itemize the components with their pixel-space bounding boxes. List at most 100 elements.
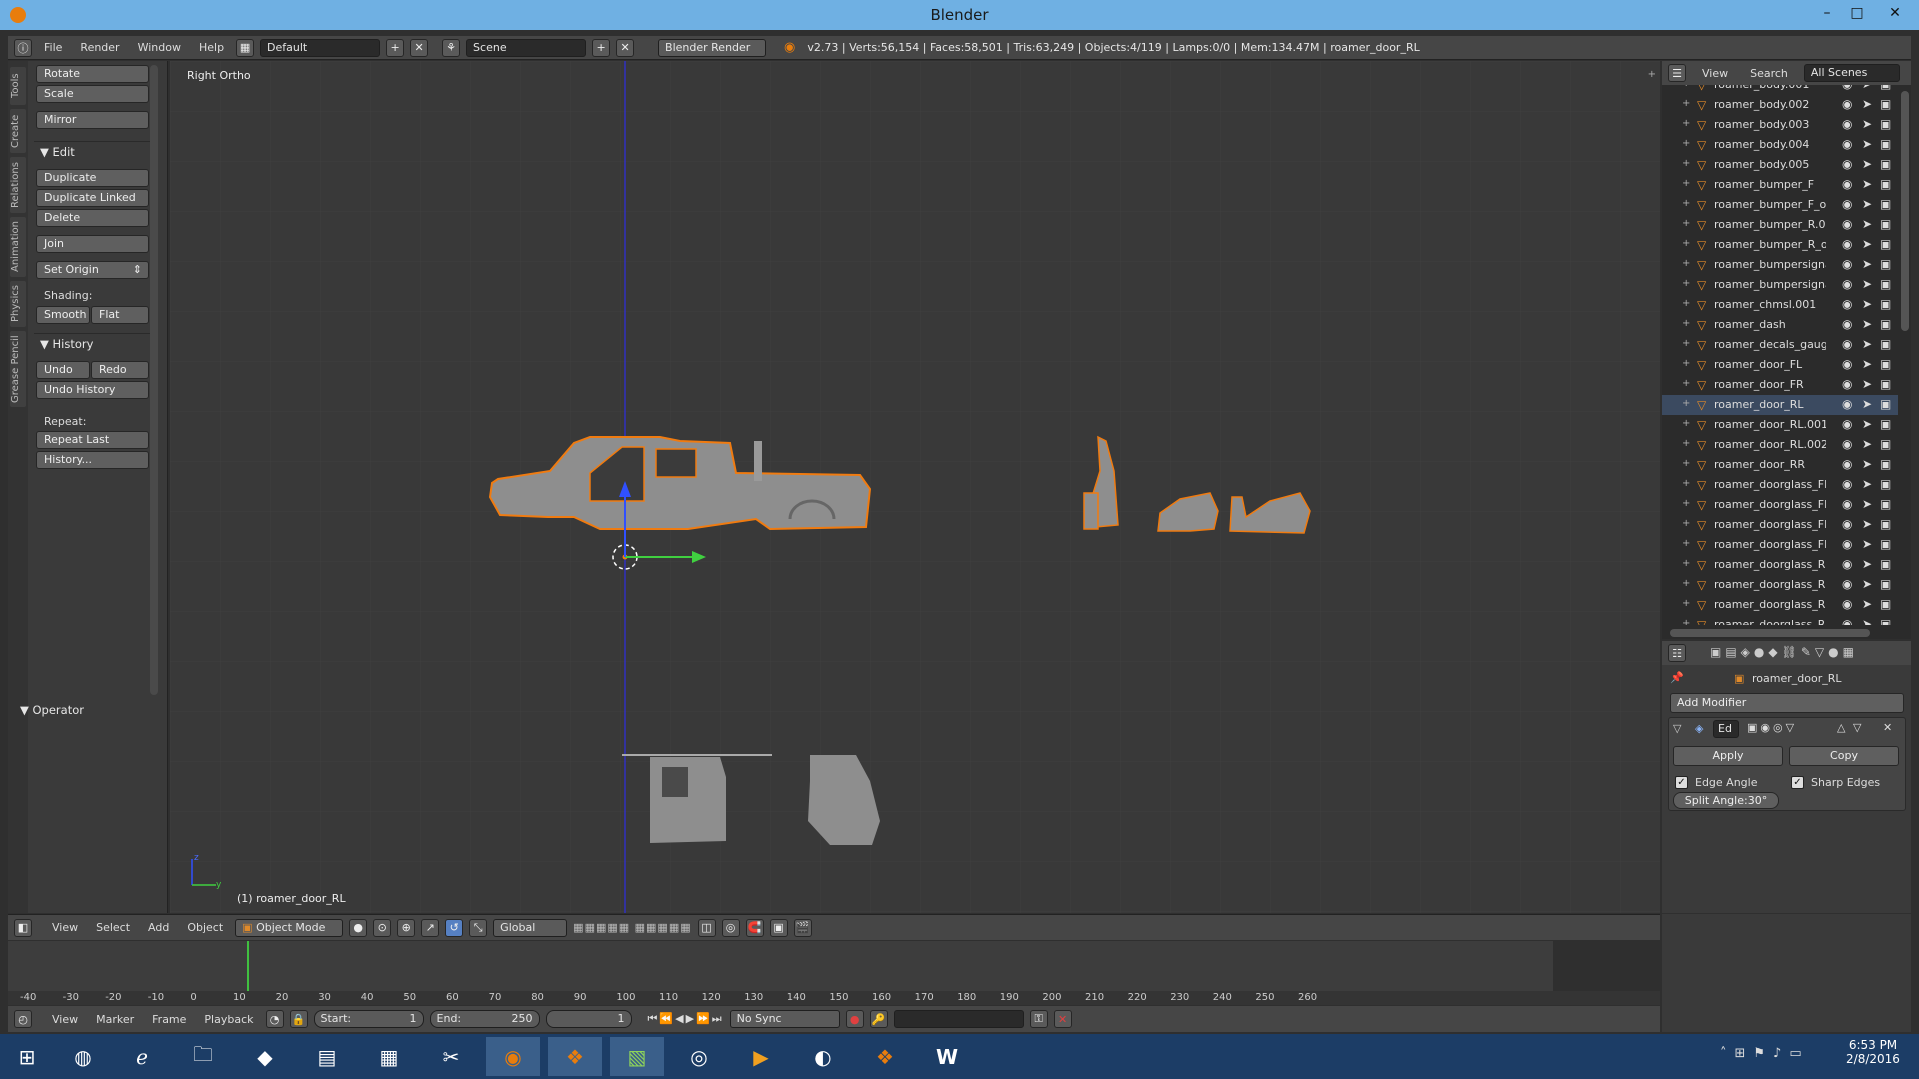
tab-tools[interactable]: Tools <box>10 67 26 105</box>
expand-arrow-icon[interactable]: + <box>1682 618 1690 625</box>
outliner-row[interactable]: + ▽ roamer_door_RR ◉ ➤ ▣ <box>1662 455 1898 475</box>
visibility-eye-icon[interactable]: ◉ <box>1842 617 1852 625</box>
app-icon[interactable]: ▧ <box>610 1037 664 1076</box>
selectability-cursor-icon[interactable]: ➤ <box>1862 197 1872 211</box>
renderability-camera-icon[interactable]: ▣ <box>1880 357 1891 371</box>
expand-arrow-icon[interactable]: + <box>1682 218 1690 229</box>
visibility-eye-icon[interactable]: ◉ <box>1842 237 1852 251</box>
app-icon[interactable]: ▤ <box>300 1037 354 1076</box>
visibility-eye-icon[interactable]: ◉ <box>1842 457 1852 471</box>
visibility-eye-icon[interactable]: ◉ <box>1842 357 1852 371</box>
expand-arrow-icon[interactable]: + <box>1682 538 1690 549</box>
lock-icon[interactable]: 🔒 <box>289 1010 308 1028</box>
start-button[interactable]: ⊞ <box>0 1037 54 1076</box>
visibility-eye-icon[interactable]: ◉ <box>1842 157 1852 171</box>
renderability-camera-icon[interactable]: ▣ <box>1880 617 1891 625</box>
opengl-render-icon[interactable]: 🎬 <box>793 918 812 937</box>
outliner-row[interactable]: + ▽ roamer_doorglass_FL_l ◉ ➤ ▣ <box>1662 495 1898 515</box>
internet-explorer-icon[interactable]: ℯ <box>115 1037 169 1076</box>
manipulator-icon[interactable]: ⊕ <box>397 918 416 937</box>
preview-range-icon[interactable]: ◔ <box>265 1010 284 1028</box>
expand-arrow-icon[interactable]: + <box>1682 258 1690 269</box>
renderability-camera-icon[interactable]: ▣ <box>1880 477 1891 491</box>
app-icon[interactable]: ▦ <box>362 1037 416 1076</box>
selectability-cursor-icon[interactable]: ➤ <box>1862 597 1872 611</box>
history-button[interactable]: History... <box>36 451 149 469</box>
tab-animation[interactable]: Animation <box>10 217 26 277</box>
lock-layers-icon[interactable]: ◫ <box>697 918 716 937</box>
visibility-eye-icon[interactable]: ◉ <box>1842 597 1852 611</box>
expand-arrow-icon[interactable]: + <box>1682 358 1690 369</box>
undo-history-button[interactable]: Undo History <box>36 381 149 399</box>
expand-arrow-icon[interactable]: + <box>1682 98 1690 109</box>
visibility-eye-icon[interactable]: ◉ <box>1842 537 1852 551</box>
outliner-editor-type-icon[interactable]: ☰ <box>1668 64 1686 82</box>
operator-panel-header[interactable]: ▼ Operator <box>20 703 84 717</box>
outliner-row[interactable]: + ▽ roamer_body.005 ◉ ➤ ▣ <box>1662 155 1898 175</box>
pin-icon[interactable]: 📌 <box>1670 671 1684 684</box>
outliner-row[interactable]: + ▽ roamer_bumper_R_offr ◉ ➤ ▣ <box>1662 235 1898 255</box>
scale-manip-icon[interactable]: ⤡ <box>469 918 488 937</box>
expand-arrow-icon[interactable]: + <box>1682 398 1690 409</box>
delete-keyframe-icon[interactable]: ✕ <box>1053 1010 1072 1028</box>
add-layout-icon[interactable]: + <box>386 38 405 57</box>
outliner-row[interactable]: + ▽ roamer_body.003 ◉ ➤ ▣ <box>1662 115 1898 135</box>
visibility-eye-icon[interactable]: ◉ <box>1842 217 1852 231</box>
menu-file[interactable]: File <box>38 41 68 54</box>
selectability-cursor-icon[interactable]: ➤ <box>1862 377 1872 391</box>
system-tray-icons[interactable]: ˄⊞⚑♪▭ <box>1720 1046 1810 1061</box>
layout-field[interactable]: Default <box>260 38 381 57</box>
tab-physics[interactable]: Physics <box>10 281 26 327</box>
visibility-eye-icon[interactable]: ◉ <box>1842 137 1852 151</box>
render-engine-select[interactable]: Blender Render <box>658 38 767 57</box>
visibility-eye-icon[interactable]: ◉ <box>1842 517 1852 531</box>
visibility-eye-icon[interactable]: ◉ <box>1842 477 1852 491</box>
chrome-icon[interactable]: ◍ <box>56 1037 110 1076</box>
visibility-eye-icon[interactable]: ◉ <box>1842 177 1852 191</box>
expand-arrow-icon[interactable]: + <box>1682 278 1690 289</box>
expand-arrow-icon[interactable]: + <box>1682 298 1690 309</box>
vp-menu-add[interactable]: Add <box>142 921 175 934</box>
keying-set-field[interactable] <box>893 1010 1024 1028</box>
expand-arrow-icon[interactable]: + <box>1682 578 1690 589</box>
renderability-camera-icon[interactable]: ▣ <box>1880 85 1891 91</box>
visibility-eye-icon[interactable]: ◉ <box>1842 437 1852 451</box>
selectability-cursor-icon[interactable]: ➤ <box>1862 337 1872 351</box>
current-frame-marker[interactable] <box>247 941 249 991</box>
repeat-last-button[interactable]: Repeat Last <box>36 431 149 449</box>
scale-button[interactable]: Scale <box>36 85 149 103</box>
selectability-cursor-icon[interactable]: ➤ <box>1862 117 1872 131</box>
selectability-cursor-icon[interactable]: ➤ <box>1862 85 1872 91</box>
expand-arrow-icon[interactable]: + <box>1682 118 1690 129</box>
tab-grease-pencil[interactable]: Grease Pencil <box>10 331 26 407</box>
renderability-camera-icon[interactable]: ▣ <box>1880 537 1891 551</box>
expand-arrow-icon[interactable]: + <box>1682 318 1690 329</box>
mode-select[interactable]: ▣ Object Mode <box>235 918 344 937</box>
tl-menu-view[interactable]: View <box>46 1013 84 1026</box>
renderability-camera-icon[interactable]: ▣ <box>1880 457 1891 471</box>
move-up-icon[interactable]: △ <box>1837 721 1845 734</box>
outliner-row[interactable]: + ▽ roamer_door_RL.001 ◉ ➤ ▣ <box>1662 415 1898 435</box>
outliner-row[interactable]: + ▽ roamer_bumpersignal_ ◉ ➤ ▣ <box>1662 275 1898 295</box>
visibility-eye-icon[interactable]: ◉ <box>1842 85 1852 91</box>
vp-menu-object[interactable]: Object <box>181 921 229 934</box>
renderability-camera-icon[interactable]: ▣ <box>1880 97 1891 111</box>
delete-button[interactable]: Delete <box>36 209 149 227</box>
visibility-eye-icon[interactable]: ◉ <box>1842 297 1852 311</box>
expand-arrow-icon[interactable]: + <box>1682 518 1690 529</box>
selectability-cursor-icon[interactable]: ➤ <box>1862 557 1872 571</box>
remove-modifier-icon[interactable]: ✕ <box>1883 721 1892 734</box>
renderability-camera-icon[interactable]: ▣ <box>1880 517 1891 531</box>
outliner-scrollbar[interactable] <box>1901 91 1909 331</box>
renderability-camera-icon[interactable]: ▣ <box>1880 557 1891 571</box>
outliner-row[interactable]: + ▽ roamer_dash ◉ ➤ ▣ <box>1662 315 1898 335</box>
visibility-eye-icon[interactable]: ◉ <box>1842 377 1852 391</box>
close-button[interactable]: ✕ <box>1878 0 1912 30</box>
sharp-edges-checkbox[interactable]: ✓ <box>1791 776 1804 789</box>
renderability-camera-icon[interactable]: ▣ <box>1880 237 1891 251</box>
maximize-button[interactable]: □ <box>1840 0 1874 30</box>
outliner-menu-search[interactable]: Search <box>1744 67 1794 80</box>
expand-arrow-icon[interactable]: + <box>1682 598 1690 609</box>
viewport-expand-icon[interactable]: + <box>1648 69 1656 80</box>
start-frame-field[interactable]: Start: 1 <box>313 1010 424 1028</box>
